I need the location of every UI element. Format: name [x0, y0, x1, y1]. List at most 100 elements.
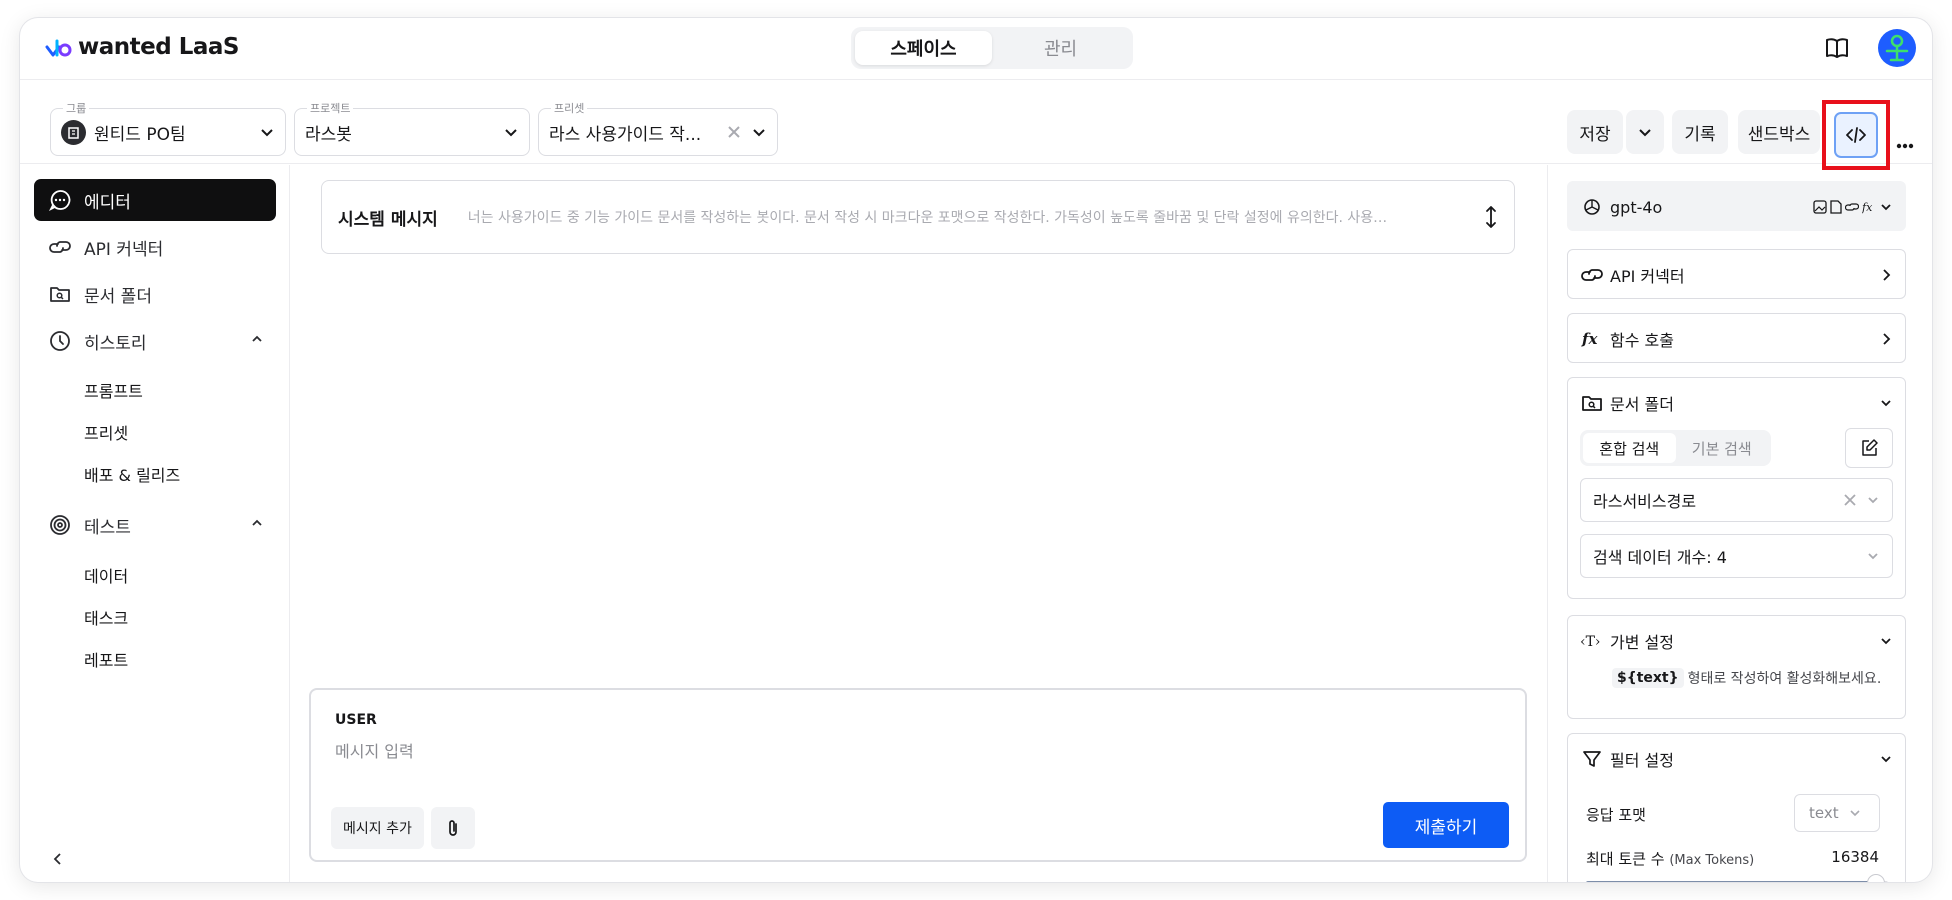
submit-button[interactable]: 제출하기 [1383, 802, 1509, 848]
sidebar-item-label: 에디터 [84, 192, 131, 213]
variable-chip: ${text} [1612, 668, 1684, 688]
slider-knob[interactable] [1866, 874, 1885, 882]
sidebar-sub-data[interactable]: 데이터 [84, 563, 128, 587]
filter-settings-card: 필터 설정 응답 포맷 text 최대 토큰 수 (Max Tokens) 16… [1567, 733, 1906, 882]
logo-text: wanted LaaS [78, 34, 239, 60]
chevron-down-icon [1850, 810, 1860, 817]
book-icon[interactable] [1824, 36, 1850, 60]
clock-icon [48, 329, 72, 353]
doc-folder-title: 문서 폴더 [1610, 395, 1674, 414]
attach-button[interactable] [431, 807, 475, 849]
chevron-right-icon [1883, 333, 1891, 345]
preset-value: 라스 사용가이드 작... [549, 124, 702, 145]
sidebar-sub-release[interactable]: 배포 & 릴리즈 [84, 462, 180, 486]
chevron-down-icon[interactable] [1879, 634, 1893, 648]
sidebar-item-editor[interactable]: 에디터 [34, 179, 276, 221]
tab-space[interactable]: 스페이스 [855, 31, 992, 65]
chevron-up-icon[interactable] [250, 332, 264, 346]
sidebar-sub-report[interactable]: 레포트 [84, 647, 128, 671]
code-icon [1846, 127, 1866, 143]
project-select[interactable]: 프로젝트 라스봇 [294, 100, 530, 156]
variable-hint: ${text} 형태로 작성하여 활성화해보세요. [1612, 668, 1881, 688]
sidebar-item-doc-folder[interactable]: 문서 폴더 [34, 273, 276, 315]
folder-search-icon [1580, 391, 1604, 415]
project-value: 라스봇 [305, 124, 352, 145]
logo[interactable]: wanted LaaS [44, 34, 239, 60]
code-view-button[interactable] [1834, 112, 1878, 158]
message-composer: USER 메시지 추가 제출하기 [309, 688, 1527, 862]
max-tokens-slider[interactable] [1586, 874, 1888, 882]
sidebar-item-test[interactable]: 테스트 [34, 504, 276, 546]
tab-hybrid-search[interactable]: 혼합 검색 [1583, 433, 1676, 463]
sidebar-sub-prompt[interactable]: 프롬프트 [84, 378, 143, 402]
variable-hint-text: 형태로 작성하여 활성화해보세요. [1687, 671, 1882, 687]
more-icon[interactable] [1896, 130, 1914, 155]
add-message-button[interactable]: 메시지 추가 [331, 807, 424, 849]
preset-caption: 프리셋 [551, 100, 588, 116]
system-message-title: 시스템 메시지 [338, 209, 438, 230]
tab-basic-search[interactable]: 기본 검색 [1676, 433, 1769, 463]
api-connector-title: API 커넥터 [1610, 267, 1685, 286]
sandbox-button[interactable]: 샌드박스 [1738, 110, 1820, 154]
logo-icon [45, 39, 72, 57]
group-caption: 그룹 [63, 100, 90, 116]
save-button[interactable]: 저장 [1567, 110, 1623, 154]
clear-icon[interactable] [727, 125, 741, 139]
doc-folder-card: 문서 폴더 혼합 검색 기본 검색 라스서비스경로 검색 데이터 개수: 4 [1567, 377, 1906, 599]
group-select[interactable]: 그룹 원티드 PO팀 [50, 100, 286, 156]
folder-value: 라스서비스경로 [1593, 492, 1697, 511]
system-message[interactable]: 시스템 메시지 너는 사용가이드 중 기능 가이드 문서를 작성하는 봇이다. … [321, 180, 1515, 254]
expand-vertical-icon[interactable] [1484, 205, 1498, 229]
max-tokens-label: 최대 토큰 수 (Max Tokens) [1586, 848, 1754, 869]
folder-search-icon [48, 282, 72, 306]
model-selector[interactable]: gpt-4o fx [1567, 181, 1906, 231]
history-button[interactable]: 기록 [1672, 110, 1728, 154]
function-call-title: 함수 호출 [1610, 331, 1674, 350]
chevron-down-icon [1868, 497, 1878, 504]
openai-icon [1580, 195, 1604, 219]
response-format-select[interactable]: text [1794, 794, 1880, 832]
sidebar-sub-task[interactable]: 태스크 [84, 605, 128, 629]
settings-panel: gpt-4o fx API 커넥터 fx 함수 호출 문서 폴더 혼합 검색 기… [1547, 165, 1932, 882]
svg-text:‹T›: ‹T› [1580, 634, 1601, 650]
folder-select[interactable]: 라스서비스경로 [1580, 478, 1893, 522]
edit-button[interactable] [1845, 428, 1893, 468]
chevron-left-icon[interactable] [50, 851, 66, 867]
building-icon [61, 119, 86, 145]
avatar[interactable] [1878, 29, 1916, 67]
message-input[interactable] [335, 742, 1435, 761]
sidebar: 에디터 API 커넥터 문서 폴더 히스토리 프롬프트 프리셋 배포 & 릴리즈… [20, 165, 290, 882]
sidebar-sub-preset[interactable]: 프리셋 [84, 420, 128, 444]
role-label[interactable]: USER [335, 712, 377, 728]
slider-fill [1586, 881, 1876, 882]
variable-settings-title: 가변 설정 [1610, 633, 1674, 652]
chevron-up-icon[interactable] [250, 516, 264, 530]
target-icon [48, 513, 72, 537]
project-caption: 프로젝트 [307, 100, 354, 116]
max-tokens-sublabel: (Max Tokens) [1669, 853, 1755, 868]
link-icon [1580, 263, 1604, 287]
clear-icon[interactable] [1844, 494, 1856, 506]
search-mode-tabs: 혼합 검색 기본 검색 [1580, 430, 1771, 466]
document-icon [1830, 200, 1842, 214]
chevron-down-icon[interactable] [1879, 752, 1893, 766]
tab-manage[interactable]: 관리 [992, 31, 1129, 65]
chevron-down-icon[interactable] [1879, 396, 1893, 410]
search-count-select[interactable]: 검색 데이터 개수: 4 [1580, 534, 1893, 578]
filter-settings-title: 필터 설정 [1610, 751, 1674, 770]
system-message-text: 너는 사용가이드 중 기능 가이드 문서를 작성하는 봇이다. 문서 작성 시 … [467, 210, 1398, 226]
chat-icon [48, 188, 72, 212]
space-manage-switch: 스페이스 관리 [851, 27, 1133, 69]
preset-select[interactable]: 프리셋 라스 사용가이드 작... [538, 100, 778, 156]
api-connector-card[interactable]: API 커넥터 [1567, 249, 1906, 299]
function-call-card[interactable]: fx 함수 호출 [1567, 313, 1906, 363]
sidebar-item-api-connector[interactable]: API 커넥터 [34, 226, 276, 268]
save-options-button[interactable] [1626, 110, 1664, 154]
top-bar: wanted LaaS 스페이스 관리 [20, 18, 1932, 80]
group-value: 원티드 PO팀 [94, 124, 186, 145]
app-window: wanted LaaS 스페이스 관리 그룹 원티드 PO팀 프로젝트 라스봇 … [20, 18, 1932, 882]
image-icon [1813, 200, 1827, 214]
paperclip-icon [449, 820, 457, 836]
chevron-right-icon [1883, 269, 1891, 281]
sidebar-item-history[interactable]: 히스토리 [34, 320, 276, 362]
